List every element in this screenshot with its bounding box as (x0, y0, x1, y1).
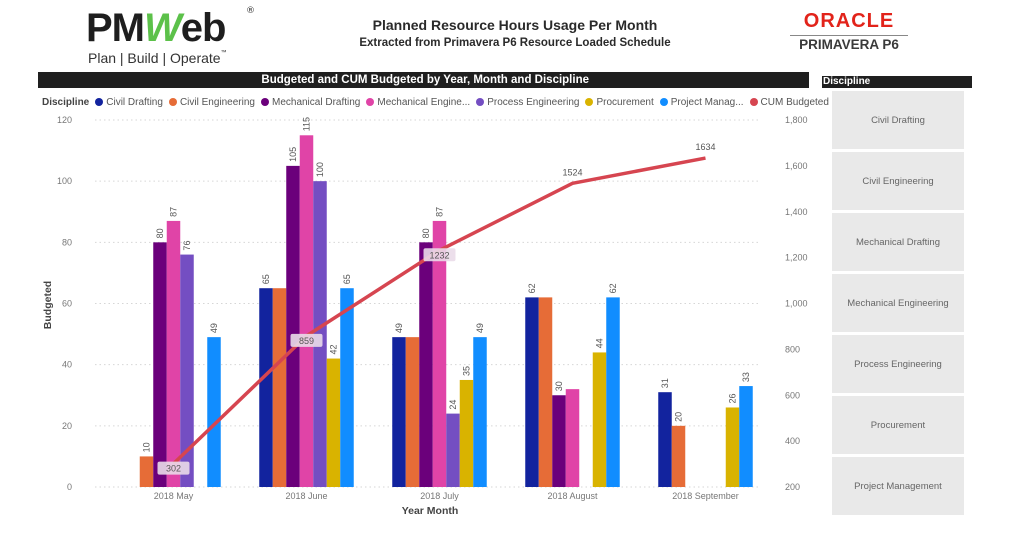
bar-data-label: 44 (595, 338, 605, 348)
bar (272, 288, 287, 487)
slicer-item[interactable]: Mechanical Engineering (832, 274, 964, 332)
slicer-item[interactable]: Process Engineering (832, 335, 964, 393)
bar (725, 407, 740, 487)
line-data-label: 1232 (429, 250, 449, 260)
x-axis-title: Year Month (402, 505, 459, 517)
left-axis-ticks: 0 20 40 60 80 100 120 (57, 115, 72, 492)
bar (739, 386, 753, 487)
y2-tick-label: 1,800 (785, 115, 808, 125)
bar-data-label: 26 (728, 393, 738, 403)
bar (592, 352, 607, 487)
y2-tick-label: 400 (785, 436, 800, 446)
bar-data-label: 100 (315, 162, 325, 177)
bar (446, 413, 460, 487)
slicer-title: Discipline (822, 76, 972, 88)
bar (606, 297, 620, 487)
slicer-item[interactable]: Project Management (832, 457, 964, 515)
bar-data-label: 33 (741, 372, 751, 382)
bar-data-label: 80 (421, 228, 431, 238)
x-axis-ticks: 2018 May 2018 June 2018 July 2018 August 201… (154, 491, 739, 501)
y2-tick-label: 200 (785, 482, 800, 492)
bar (340, 288, 354, 487)
bar-data-label: 80 (155, 228, 165, 238)
bar-data-label: 62 (527, 283, 537, 293)
x-tick-label: 2018 September (672, 491, 739, 501)
bar-data-label: 87 (169, 207, 179, 217)
bar (139, 456, 154, 487)
bar (552, 395, 566, 487)
y-tick-label: 40 (62, 360, 72, 370)
bar (671, 425, 686, 487)
x-tick-label: 2018 May (154, 491, 194, 501)
y2-tick-label: 1,400 (785, 207, 808, 217)
y-tick-label: 100 (57, 176, 72, 186)
right-axis-ticks: 200 400 600 800 1,000 1,200 1,400 1,600 1,800 (785, 115, 808, 492)
y-tick-label: 80 (62, 237, 72, 247)
bar-data-label: 65 (261, 274, 271, 284)
bar (405, 337, 420, 487)
y-tick-label: 20 (62, 421, 72, 431)
bar-data-label: 105 (288, 147, 298, 162)
bar-data-label: 10 (142, 442, 152, 452)
line-data-label: 1524 (562, 167, 582, 177)
slicer-item[interactable]: Mechanical Drafting (832, 213, 964, 271)
x-tick-label: 2018 August (547, 491, 598, 501)
bar (299, 135, 314, 487)
bar (473, 337, 487, 487)
bar-data-label: 62 (608, 283, 618, 293)
slicer-item[interactable]: Procurement (832, 396, 964, 454)
line-data-label: 859 (299, 336, 314, 346)
bar (565, 389, 580, 487)
bar (286, 165, 300, 487)
bar-data-label: 49 (475, 323, 485, 333)
bar-data-label: 31 (660, 378, 670, 388)
x-tick-label: 2018 July (420, 491, 459, 501)
slicer-item[interactable]: Civil Drafting (832, 91, 964, 149)
y2-tick-label: 1,200 (785, 253, 808, 263)
slicer-item[interactable]: Civil Engineering (832, 152, 964, 210)
bars (139, 135, 753, 488)
y-tick-label: 0 (67, 482, 72, 492)
y2-tick-label: 600 (785, 390, 800, 400)
bar (207, 337, 221, 487)
y-axis-title: Budgeted (42, 281, 54, 329)
bar (538, 297, 553, 487)
bar-data-label: 35 (462, 366, 472, 376)
bar-data-label: 115 (302, 117, 312, 131)
line-data-label: 302 (166, 464, 181, 474)
bar-data-label: 30 (554, 381, 564, 391)
y2-tick-label: 1,000 (785, 299, 808, 309)
bar-data-label: 87 (435, 207, 445, 217)
bar (259, 288, 273, 487)
bar-data-label: 49 (394, 323, 404, 333)
y-tick-label: 120 (57, 115, 72, 125)
y-tick-label: 60 (62, 299, 72, 309)
bar-data-label: 24 (448, 400, 458, 410)
bar (459, 379, 474, 487)
discipline-slicer: Civil Drafting Civil Engineering Mechanica… (832, 91, 964, 518)
bar (153, 242, 167, 487)
y2-tick-label: 1,600 (785, 161, 808, 171)
line-data-label: 1634 (695, 142, 715, 152)
bar-data-label: 49 (209, 323, 219, 333)
bar (392, 337, 406, 487)
bar-data-label: 20 (674, 412, 684, 422)
x-tick-label: 2018 June (285, 491, 327, 501)
bar (166, 220, 181, 488)
bar (658, 392, 672, 487)
bar (326, 358, 341, 487)
bar (419, 242, 433, 487)
bar-data-label: 65 (342, 274, 352, 284)
bar-data-label: 76 (182, 241, 192, 251)
bar (525, 297, 539, 487)
bar-data-label: 42 (329, 345, 339, 355)
y2-tick-label: 800 (785, 344, 800, 354)
